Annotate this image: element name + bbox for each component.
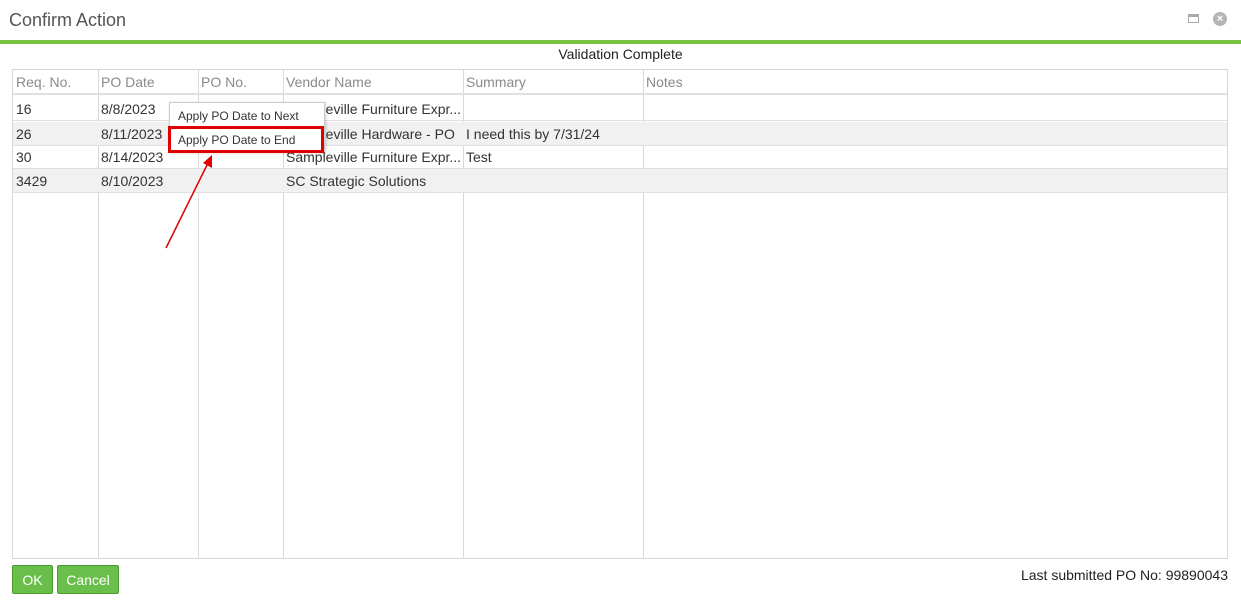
column-header-summary[interactable]: Summary <box>466 74 526 90</box>
validation-status: Validation Complete <box>558 46 683 62</box>
close-icon[interactable]: × <box>1213 12 1227 26</box>
cell-vendor-name: SC Strategic Solutions <box>286 173 427 189</box>
menu-item-apply-po-date-to-next[interactable]: Apply PO Date to Next <box>170 104 324 128</box>
cell-req-no: 26 <box>16 126 32 142</box>
dialog-title: Confirm Action <box>9 10 127 30</box>
highlight-annotation-box <box>168 126 324 153</box>
column-header-po-no[interactable]: PO No. <box>201 74 247 90</box>
ok-button[interactable]: OK <box>12 565 53 594</box>
cell-req-no: 16 <box>16 101 32 117</box>
maximize-icon[interactable] <box>1187 12 1201 26</box>
cell-po-date: 8/10/2023 <box>101 173 164 189</box>
cell-po-date: 8/11/2023 <box>101 126 163 142</box>
table-row[interactable]: 3429 8/10/2023 SC Strategic Solutions <box>13 169 1227 193</box>
cell-po-date: 8/14/2023 <box>101 149 164 165</box>
cell-summary: I need this by 7/31/24 <box>466 126 600 142</box>
column-header-vendor-name[interactable]: Vendor Name <box>286 74 372 90</box>
column-header-po-date[interactable]: PO Date <box>101 74 155 90</box>
cancel-button[interactable]: Cancel <box>57 565 119 594</box>
dialog-titlebar: Confirm Action × <box>0 0 1241 40</box>
cell-req-no: 30 <box>16 149 32 165</box>
cell-po-date: 8/8/2023 <box>101 101 156 117</box>
last-submitted-po-text: Last submitted PO No: 99890043 <box>1020 567 1228 583</box>
column-header-notes[interactable]: Notes <box>646 74 683 90</box>
accent-divider <box>0 40 1241 44</box>
grid-header: Req. No. PO Date PO No. Vendor Name Summ… <box>13 70 1227 95</box>
column-header-req-no[interactable]: Req. No. <box>16 74 71 90</box>
cell-summary: Test <box>466 149 492 165</box>
cell-req-no: 3429 <box>16 173 48 189</box>
